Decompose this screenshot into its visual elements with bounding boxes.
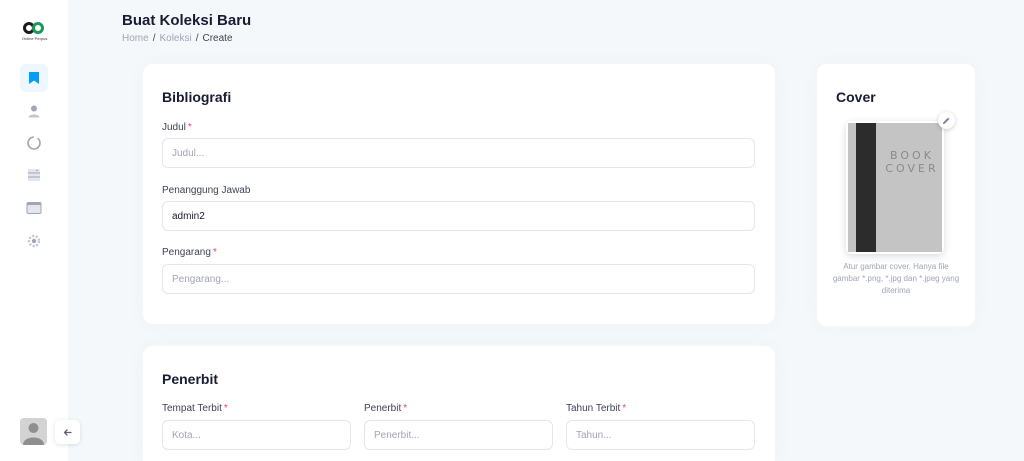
nav-item-process[interactable] xyxy=(20,129,48,157)
page-title: Buat Koleksi Baru xyxy=(122,12,252,29)
app-logo[interactable]: Online Perpus xyxy=(22,22,48,42)
penerbit-input[interactable] xyxy=(364,420,553,450)
penanggung-jawab-label: Penanggung Jawab xyxy=(162,185,251,196)
sidebar-toggle-button[interactable] xyxy=(55,420,80,444)
archive-icon xyxy=(28,169,40,181)
required-mark: * xyxy=(187,122,192,133)
pengarang-label: Pengarang * xyxy=(162,247,217,258)
user-icon xyxy=(28,105,40,118)
edit-cover-button[interactable] xyxy=(938,112,955,129)
sidebar: Online Perpus xyxy=(0,0,68,461)
cover-hint: Atur gambar cover. Hanya file gambar *.p… xyxy=(832,262,960,295)
nav-item-settings[interactable] xyxy=(20,227,48,255)
book-cover-text: BOOK COVER xyxy=(885,149,939,175)
tempat-terbit-label: Tempat Terbit * xyxy=(162,403,228,414)
logo-text: Online Perpus xyxy=(22,36,48,41)
penerbit-card: Penerbit Tempat Terbit* Penerbit* Tahun … xyxy=(143,346,775,461)
bookmark-icon xyxy=(29,72,39,84)
nav-item-koleksi[interactable] xyxy=(20,64,48,92)
judul-input[interactable] xyxy=(162,138,755,168)
penanggung-jawab-input[interactable] xyxy=(162,201,755,231)
book-cover-placeholder: BOOK COVER xyxy=(848,123,942,252)
tahun-terbit-label: Tahun Terbit * xyxy=(566,403,627,414)
tempat-terbit-input[interactable] xyxy=(162,420,351,450)
cover-image[interactable]: BOOK COVER xyxy=(846,121,944,254)
wallet-icon xyxy=(26,202,42,214)
tahun-terbit-input[interactable] xyxy=(566,420,755,450)
gear-icon xyxy=(27,234,41,248)
required-mark: * xyxy=(622,403,627,414)
pengarang-input[interactable] xyxy=(162,264,755,294)
penerbit-label: Penerbit * xyxy=(364,403,408,414)
judul-label: Judul * xyxy=(162,122,192,133)
breadcrumb: Home / Koleksi / Create xyxy=(122,33,233,44)
breadcrumb-current: Create xyxy=(202,33,233,44)
avatar[interactable] xyxy=(20,418,47,445)
required-mark: * xyxy=(212,247,217,258)
penerbit-title: Penerbit xyxy=(162,371,219,387)
book-spine xyxy=(856,123,876,252)
nav-item-wallet[interactable] xyxy=(20,194,48,222)
bibliografi-card: Bibliografi Judul* Penanggung Jawab Peng… xyxy=(143,64,775,324)
avatar-placeholder-icon xyxy=(20,418,47,445)
arrow-left-icon xyxy=(63,428,72,436)
loading-circle-icon xyxy=(27,136,41,150)
cover-title: Cover xyxy=(836,89,876,105)
breadcrumb-koleksi[interactable]: Koleksi xyxy=(159,33,191,44)
required-mark: * xyxy=(403,403,408,414)
bibliografi-title: Bibliografi xyxy=(162,89,232,105)
breadcrumb-separator: / xyxy=(195,33,199,44)
breadcrumb-separator: / xyxy=(152,33,156,44)
breadcrumb-home[interactable]: Home xyxy=(122,33,149,44)
required-mark: * xyxy=(223,403,228,414)
pencil-icon xyxy=(943,117,950,124)
nav-item-users[interactable] xyxy=(20,97,48,125)
logo-mark-right xyxy=(32,22,44,34)
cover-card: Cover BOOK COVER Atur gambar cover. Hanya… xyxy=(817,64,975,326)
nav-item-archive[interactable] xyxy=(20,161,48,189)
